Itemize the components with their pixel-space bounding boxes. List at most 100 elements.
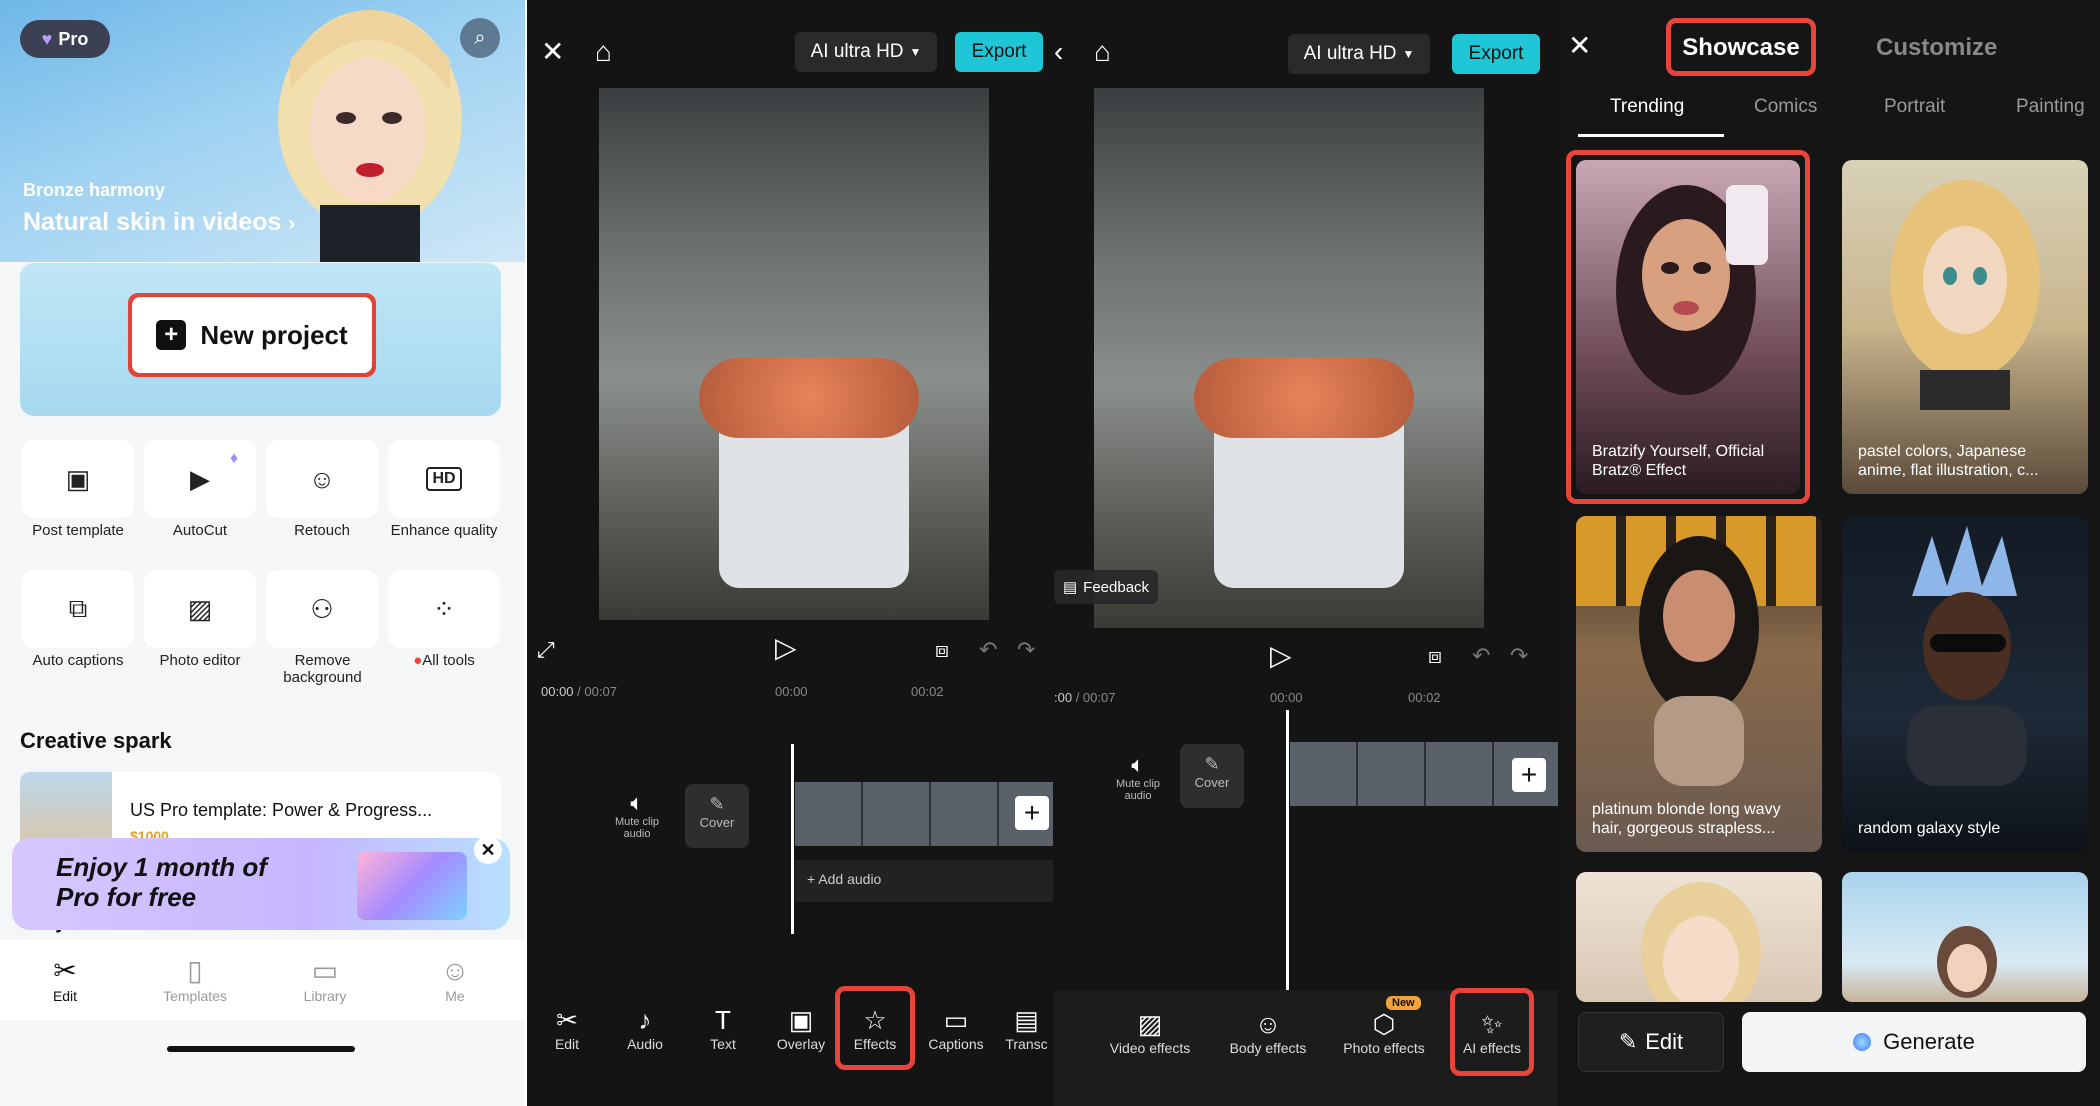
effect-card-galaxy[interactable]: random galaxy style [1842,516,2088,852]
tutorial-button[interactable]: ⌂ [1094,36,1111,68]
video-preview[interactable] [1094,88,1484,628]
edit-button[interactable]: ✎ Edit [1578,1012,1724,1072]
tool-autocut[interactable]: ▶ [144,440,256,518]
subtab-trending[interactable]: Trending [1610,96,1684,118]
nav-templates[interactable]: ▯ Templates [140,954,250,1004]
tab-showcase[interactable]: Showcase [1668,34,1814,62]
text-icon: T [715,1005,731,1035]
play-button[interactable]: ▷ [1270,640,1292,672]
effect-card-scene[interactable] [1842,872,2088,1002]
undo-button[interactable]: ↶ [979,634,997,666]
tool-auto-captions[interactable]: ⧉ [22,570,134,648]
hero-title[interactable]: Natural skin in videos › [23,208,295,237]
playhead[interactable] [1286,710,1289,990]
toolbar-photo-effects[interactable]: ⬡ Photo effects [1334,1008,1434,1056]
caret-down-icon: ▼ [909,45,922,59]
toolbar-transcript[interactable]: ▤ Transc [999,1004,1054,1052]
toolbar-text[interactable]: T Text [691,1004,755,1052]
hero-title-text: Natural skin in videos [23,208,282,236]
face-icon: ☺ [1254,1009,1282,1039]
cover-button[interactable]: ✎ Cover [1180,744,1244,808]
toolbar-effects[interactable]: ☆ Effects [843,1004,907,1052]
toolbar-edit[interactable]: ✂ Edit [535,1004,599,1052]
keyframe-button[interactable]: ⧈ [1428,640,1442,672]
orb-icon [1853,1033,1872,1051]
close-button[interactable]: ✕ [1568,30,1591,62]
chevron-right-icon: › [288,213,296,235]
effect-card-bratz[interactable]: Bratzify Yourself, Official Bratz® Effec… [1576,160,1800,494]
redo-button[interactable]: ↷ [1510,640,1528,672]
subtab-comics[interactable]: Comics [1754,96,1817,118]
generate-button[interactable]: Generate [1742,1012,2086,1072]
effect-card-platinum[interactable]: platinum blonde long wavy hair, gorgeous… [1576,516,1822,852]
quality-selector[interactable]: AI ultra HD ▼ [1288,34,1430,74]
folder-icon: ▭ [311,955,339,986]
redo-button[interactable]: ↷ [1017,634,1035,666]
pro-badge[interactable]: ♥ Pro [20,20,110,58]
export-label: Export [971,41,1027,62]
undo-button[interactable]: ↶ [1472,640,1490,672]
add-clip-button[interactable]: + [1015,796,1049,830]
tool-remove-background[interactable]: ⚇ [266,570,378,648]
pro-promo-banner[interactable]: Enjoy 1 month of Pro for free [12,838,510,930]
video-preview[interactable] [599,88,989,620]
nav-edit[interactable]: ✂ Edit [10,954,120,1004]
new-project-button[interactable]: + New project [132,297,372,373]
effect-card-blonde[interactable] [1576,872,1822,1002]
search-button[interactable]: ⌕ [460,18,500,58]
mute-clip-audio-button[interactable]: 🔈︎ Mute clip audio [1108,752,1168,802]
nav-me[interactable]: ☺ Me [400,954,510,1004]
toolbar-overlay[interactable]: ▣ Overlay [769,1004,833,1052]
mute-clip-audio-button[interactable]: 🔈︎ Mute clip audio [607,790,667,840]
playhead[interactable] [791,744,794,934]
toolbar-captions[interactable]: ▭ Captions [921,1004,991,1052]
subtab-portrait[interactable]: Portrait [1884,96,1945,118]
export-button[interactable]: Export [955,32,1043,72]
effect-card-anime[interactable]: pastel colors, Japanese anime, flat illu… [1842,160,2088,494]
search-icon: ⌕ [474,26,486,49]
pencil-icon: ✎ [1618,1029,1638,1054]
overlay-icon: ▣ [788,1005,814,1035]
tab-customize[interactable]: Customize [1876,34,1997,62]
tool-photo-editor[interactable]: ▨ [144,570,256,648]
toolbar-label: Video effects [1109,1040,1191,1056]
close-editor-button[interactable]: ✕ [541,36,564,68]
tool-enhance-quality[interactable]: HD [388,440,500,518]
timeline-tick: 00:02 [911,684,944,699]
redo-icon: ↷ [1017,637,1036,662]
keyframe-button[interactable]: ⧈ [935,634,949,666]
tool-all-tools[interactable]: ⁘ [388,570,500,648]
effect-caption: Bratzify Yourself, Official Bratz® Effec… [1592,443,1765,479]
add-clip-button[interactable]: + [1512,758,1546,792]
hero-banner[interactable]: ♥ Pro ⌕ Bronze harmony Natural skin in v… [0,0,525,262]
add-audio-track[interactable]: + Add audio [795,860,1053,902]
toolbar-audio[interactable]: ♪ Audio [613,1004,677,1052]
export-button[interactable]: Export [1452,34,1540,74]
play-button[interactable]: ▷ [775,632,797,664]
magic-wand-icon: ✨︎ [1481,1009,1503,1039]
toolbar-video-effects[interactable]: ▨ Video effects [1100,1008,1200,1056]
subtab-painting[interactable]: Painting [2016,96,2085,118]
tool-retouch[interactable]: ☺ [266,440,378,518]
ai-effects-screen: ✕ Showcase Customize Trending Comics Por… [1558,0,2100,1106]
quality-label: AI ultra HD [810,41,904,62]
mute-label: Mute clip audio [1115,778,1161,802]
expand-icon: ⤢ [537,637,555,662]
close-promo-button[interactable]: ✕ [474,836,502,864]
toolbar-ai-effects[interactable]: ✨︎ AI effects [1452,1008,1532,1056]
nav-label: Me [445,988,465,1004]
tool-post-template[interactable]: ▣ [22,440,134,518]
speaker-icon: 🔈︎ [630,790,644,815]
close-icon: ✕ [541,36,565,67]
toolbar-label: Text [710,1036,736,1052]
plus-icon: + [156,320,187,350]
cover-button[interactable]: ✎ Cover [685,784,749,848]
feedback-button[interactable]: ▤ Feedback [1054,570,1158,604]
quality-selector[interactable]: AI ultra HD ▼ [795,32,937,72]
toolbar-body-effects[interactable]: ☺ Body effects [1218,1008,1318,1056]
tutorial-button[interactable]: ⌂ [595,36,612,68]
back-button[interactable]: ‹ [1054,36,1063,68]
timecode: :00 / 00:07 [1054,690,1116,705]
fullscreen-button[interactable]: ⤢ [537,634,555,666]
nav-library[interactable]: ▭ Library [270,954,380,1004]
